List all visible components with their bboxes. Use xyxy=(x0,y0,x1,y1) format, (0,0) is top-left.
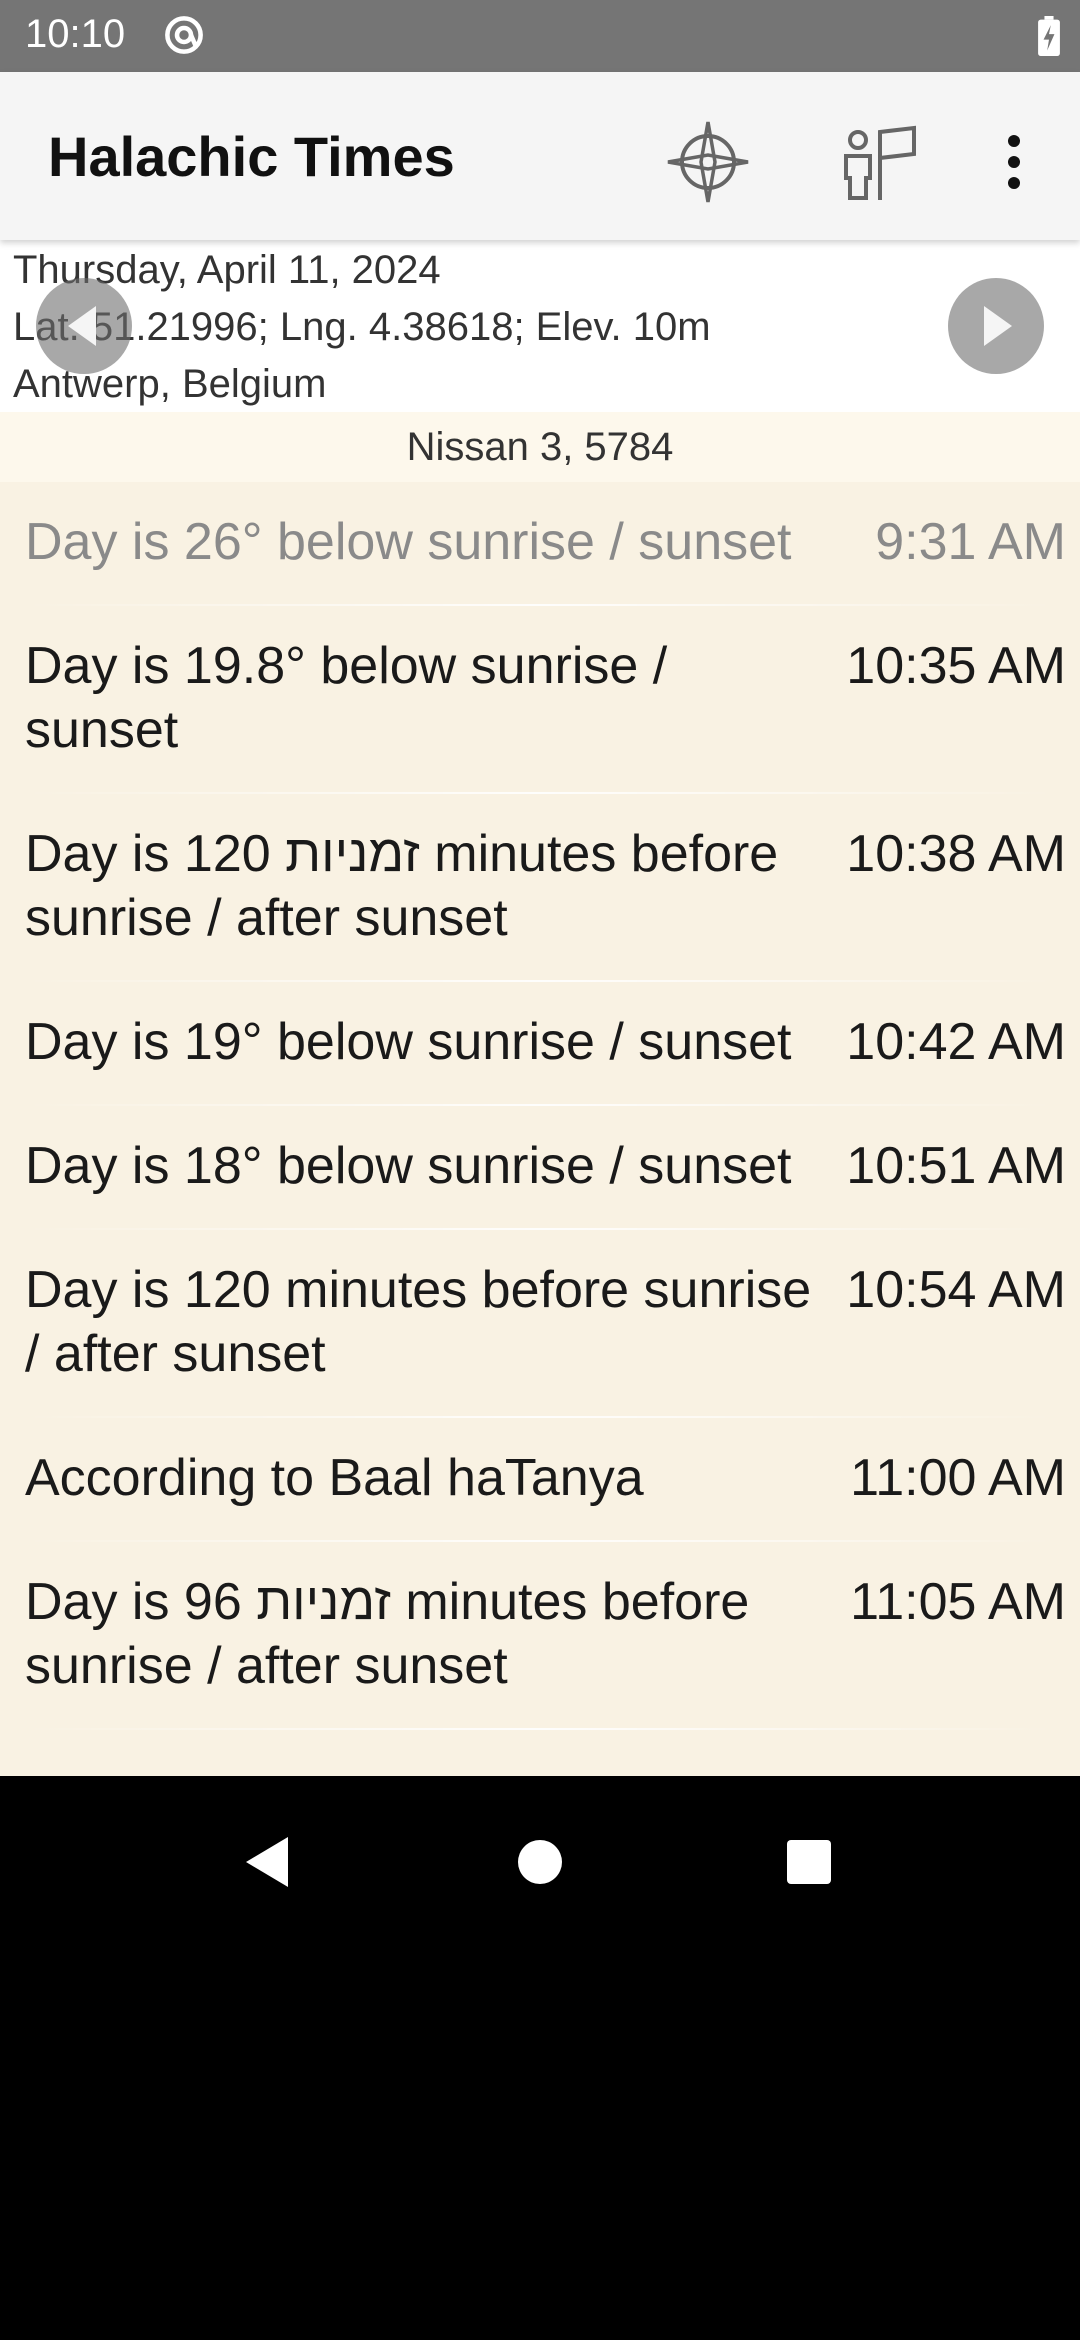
at-sign-icon xyxy=(165,16,203,54)
divider xyxy=(25,1540,1055,1542)
previous-day-button[interactable] xyxy=(36,278,132,374)
status-time: 10:10 xyxy=(25,12,126,56)
time-value: 10:54 AM xyxy=(846,1261,1066,1319)
home-icon xyxy=(518,1840,562,1884)
divider xyxy=(25,1728,1055,1730)
date-location-header: Thursday, April 11, 2024 Lat. 51.21996; … xyxy=(0,240,1080,412)
divider xyxy=(25,1228,1055,1230)
battery-charging-icon xyxy=(1038,16,1060,56)
time-value: 10:42 AM xyxy=(846,1013,1066,1071)
time-value: 9:31 AM xyxy=(875,513,1066,571)
time-label: According to Baal haTanya xyxy=(25,1449,644,1507)
time-value: 11:05 AM xyxy=(850,1573,1066,1631)
time-label: Day is 120 זמניות minutes before sunrise… xyxy=(25,825,779,947)
back-icon xyxy=(246,1837,288,1887)
time-value: 10:38 AM xyxy=(846,825,1066,883)
location-name: Antwerp, Belgium xyxy=(13,362,327,406)
time-label: Day is 96 זמניות minutes before sunrise … xyxy=(25,1573,750,1695)
home-button[interactable] xyxy=(500,1822,580,1902)
app-bar: Halachic Times xyxy=(0,72,1080,240)
next-day-button[interactable] xyxy=(948,278,1044,374)
location-button[interactable] xyxy=(828,112,928,212)
system-navigation-bar xyxy=(0,1776,1080,2340)
next-day-icon xyxy=(984,306,1012,346)
hebrew-date: Nissan 3, 5784 xyxy=(0,412,1080,482)
time-label: Day is 19.8° below sunrise / sunset xyxy=(25,637,668,759)
recents-button[interactable] xyxy=(769,1822,849,1902)
compass-icon xyxy=(667,121,749,203)
time-value: 10:51 AM xyxy=(846,1137,1066,1195)
overflow-menu-button[interactable] xyxy=(964,112,1064,212)
app-title: Halachic Times xyxy=(48,125,455,188)
person-sign-icon xyxy=(844,125,916,200)
time-value: 10:35 AM xyxy=(846,637,1066,695)
more-vert-icon xyxy=(1008,135,1020,189)
time-label: Day is 19° below sunrise / sunset xyxy=(25,1013,792,1071)
divider xyxy=(25,1416,1055,1418)
back-button[interactable] xyxy=(227,1822,307,1902)
divider xyxy=(25,792,1055,794)
time-label: Day is 120 minutes before sunrise / afte… xyxy=(25,1261,812,1383)
times-list: Day is 26° below sunrise / sunset 9:31 A… xyxy=(0,482,1080,1776)
recents-icon xyxy=(787,1840,831,1884)
compass-button[interactable] xyxy=(658,112,758,212)
divider xyxy=(25,604,1055,606)
status-bar: 10:10 xyxy=(0,0,1080,72)
time-value: 11:00 AM xyxy=(850,1449,1066,1507)
divider xyxy=(25,1104,1055,1106)
time-label: Day is 26° below sunrise / sunset xyxy=(25,513,792,571)
time-label: Day is 18° below sunrise / sunset xyxy=(25,1137,792,1195)
divider xyxy=(25,980,1055,982)
previous-day-icon xyxy=(68,306,96,346)
